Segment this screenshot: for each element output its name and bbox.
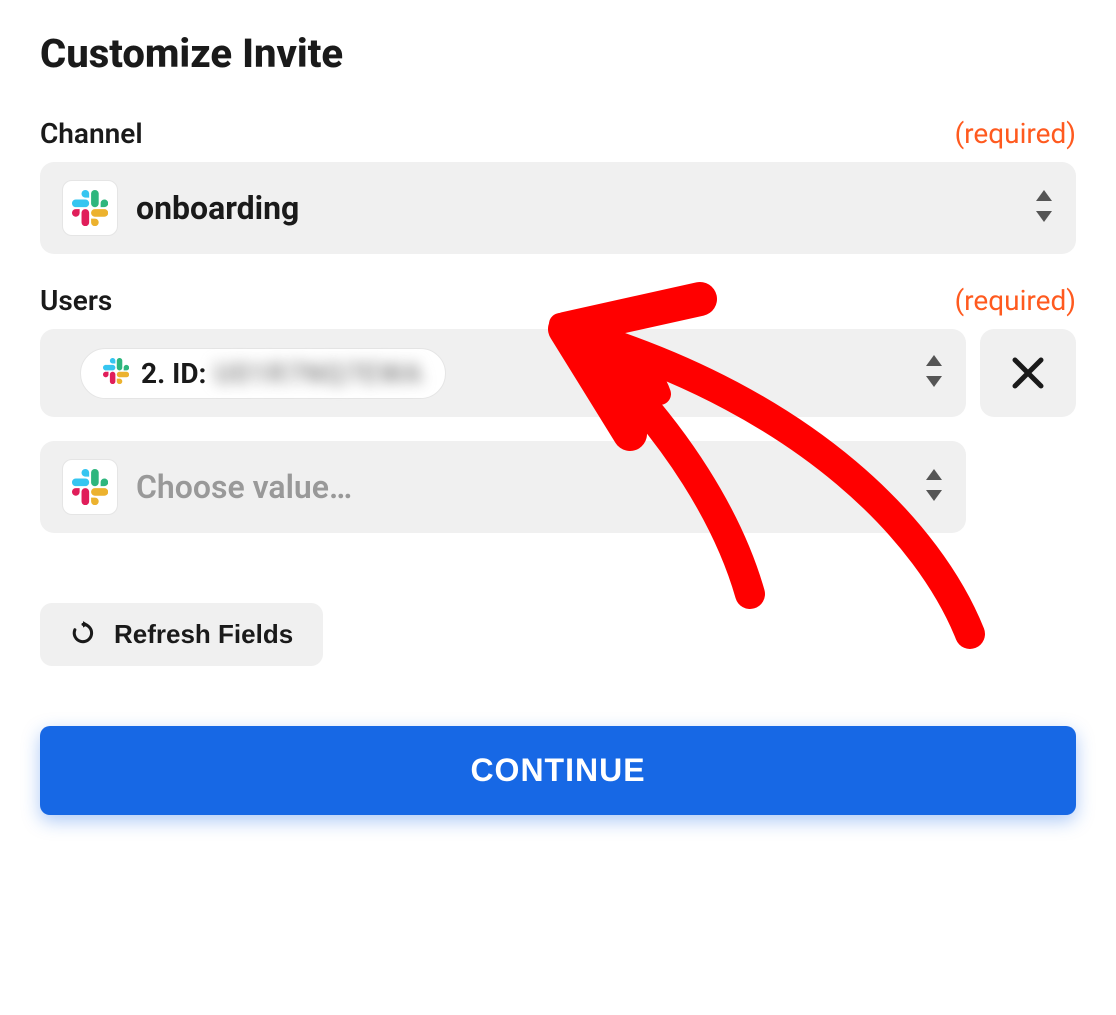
channel-value: onboarding (136, 189, 1016, 227)
slack-icon (62, 459, 118, 515)
user-pill: 2. ID: U01R7NQ7EWA (80, 348, 446, 399)
refresh-icon (70, 620, 96, 649)
channel-select[interactable]: onboarding (40, 162, 1076, 254)
users-add-select[interactable]: Choose value… (40, 441, 966, 533)
chevron-updown-icon (924, 469, 944, 505)
close-icon (1010, 355, 1046, 391)
channel-field-group: Channel (required) onboarding (40, 117, 1076, 254)
users-add-placeholder: Choose value… (136, 468, 906, 506)
users-required-tag: (required) (955, 284, 1076, 317)
refresh-fields-button[interactable]: Refresh Fields (40, 603, 323, 666)
page-title: Customize Invite (40, 30, 1076, 77)
users-field-group: Users (required) (40, 284, 1076, 533)
user-pill-text: 2. ID: U01R7NQ7EWA (141, 357, 423, 390)
remove-user-button[interactable] (980, 329, 1076, 417)
chevron-updown-icon (1034, 190, 1054, 226)
slack-icon (103, 358, 129, 388)
users-selected-select[interactable]: 2. ID: U01R7NQ7EWA (40, 329, 966, 417)
slack-icon (62, 180, 118, 236)
channel-label: Channel (40, 117, 143, 150)
refresh-button-label: Refresh Fields (114, 619, 293, 650)
channel-required-tag: (required) (955, 117, 1076, 150)
continue-button[interactable]: CONTINUE (40, 726, 1076, 815)
users-label: Users (40, 284, 112, 317)
chevron-updown-icon (924, 355, 944, 391)
